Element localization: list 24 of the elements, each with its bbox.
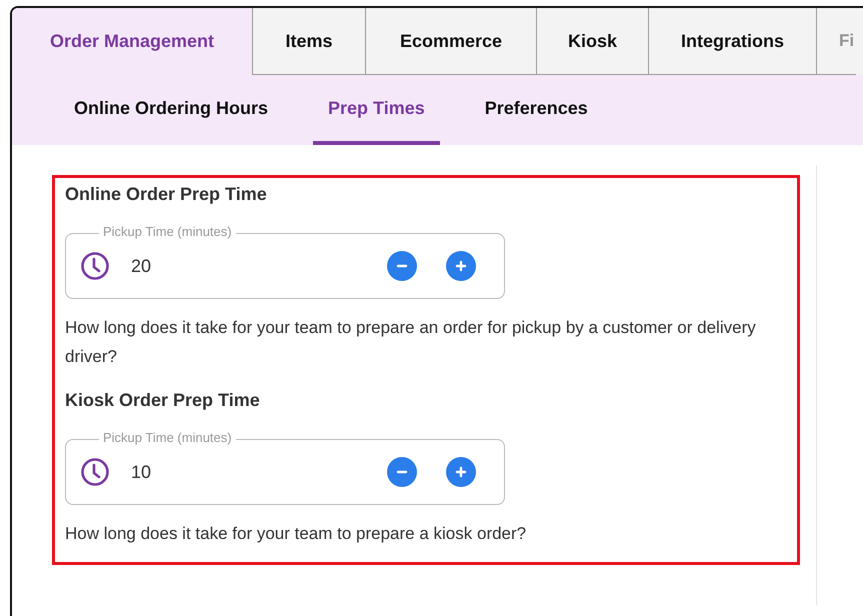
increment-button[interactable] <box>446 251 476 281</box>
plus-icon <box>455 260 467 272</box>
tab[interactable]: Kiosk <box>536 8 648 75</box>
decrement-button[interactable] <box>387 251 417 281</box>
tab[interactable]: Order Management <box>12 8 252 75</box>
section-heading: Kiosk Order Prep Time <box>65 389 261 411</box>
subtab[interactable]: Prep Times <box>313 75 440 145</box>
plus-icon <box>455 466 467 478</box>
tab[interactable]: Integrations <box>648 8 816 75</box>
help-text: How long does it take for your team to prepare an order for pickup by a customer or delivery driver? <box>65 317 757 368</box>
decrement-button[interactable] <box>387 457 417 487</box>
field-label: Pickup Time (minutes) <box>99 224 236 240</box>
section-heading: Online Order Prep Time <box>65 183 268 205</box>
field-value: 20 <box>131 256 152 276</box>
subtab[interactable]: Online Ordering Hours <box>59 75 284 145</box>
help-text: How long does it take for your team to prepare a kiosk order? <box>65 523 528 545</box>
field-label: Pickup Time (minutes) <box>99 430 236 446</box>
subtab[interactable]: Preferences <box>470 75 603 145</box>
increment-button[interactable] <box>446 457 476 487</box>
tab[interactable]: Items <box>252 8 365 75</box>
clock-icon <box>80 457 110 487</box>
tab[interactable]: Ecommerce <box>365 8 536 75</box>
clock-icon <box>80 251 110 281</box>
field-value: 10 <box>131 462 152 482</box>
